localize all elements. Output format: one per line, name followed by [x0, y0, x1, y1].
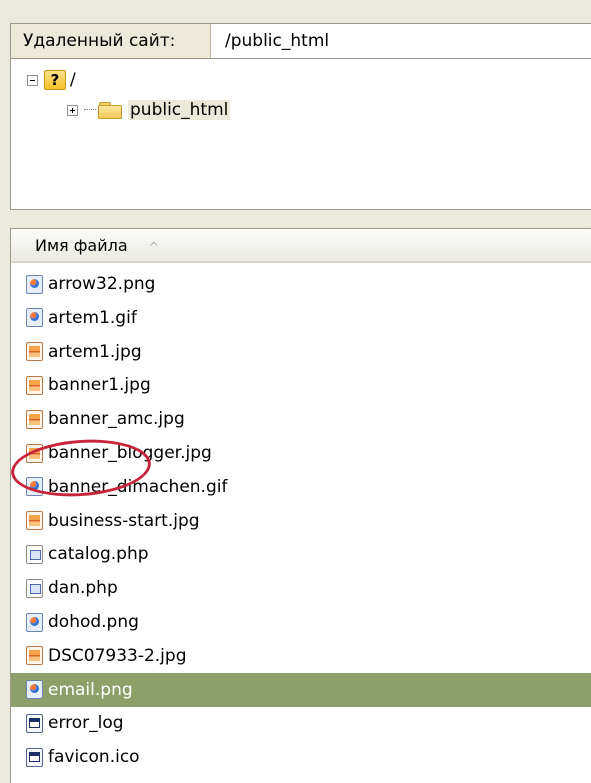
php-file-icon — [26, 578, 43, 598]
tree-connector — [84, 109, 96, 111]
tree-root-label: / — [70, 70, 76, 90]
file-name: dohod.png — [48, 612, 139, 632]
file-row[interactable]: business-start.jpg — [11, 504, 591, 538]
column-header-filename[interactable]: Имя файла ^ — [11, 229, 591, 263]
file-row[interactable]: artem1.gif — [11, 301, 591, 335]
tree-item-public-html[interactable]: public_html — [67, 97, 231, 123]
file-row[interactable]: banner1.jpg — [11, 368, 591, 402]
file-row[interactable]: favicon.ico — [11, 740, 591, 774]
file-name: favicon.ico — [48, 747, 140, 768]
collapse-icon[interactable] — [27, 74, 38, 86]
jpg-file-icon — [26, 342, 43, 362]
tree-item-root[interactable]: ? / — [27, 67, 76, 93]
file-name: DSC07933-2.jpg — [48, 645, 187, 666]
gif-file-icon — [26, 308, 43, 328]
directory-tree: ? / public_html — [10, 59, 591, 210]
jpg-file-icon — [26, 443, 43, 463]
file-name: business-start.jpg — [48, 510, 200, 531]
log-file-icon — [26, 713, 43, 733]
file-row[interactable]: dan.php — [11, 571, 591, 605]
file-name: banner_dimachen.gif — [48, 476, 228, 497]
file-name: email.png — [48, 679, 133, 700]
ico-file-icon — [26, 747, 43, 767]
file-row[interactable]: artem1.jpg — [11, 335, 591, 369]
remote-path-field[interactable]: /public_html — [211, 24, 591, 58]
expand-icon[interactable] — [67, 104, 78, 116]
file-row[interactable]: error_log — [11, 706, 591, 740]
file-name: banner_blogger.jpg — [48, 443, 212, 463]
file-row[interactable]: email.png — [11, 672, 591, 707]
folder-icon — [98, 101, 122, 119]
file-name: artem1.gif — [48, 307, 137, 328]
png-file-icon — [26, 680, 43, 700]
file-name: dan.php — [48, 578, 118, 599]
gif-file-icon — [26, 477, 43, 497]
file-name: arrow32.png — [48, 274, 156, 294]
file-name: banner1.jpg — [48, 375, 151, 396]
column-header-label: Имя файла — [35, 236, 128, 255]
jpg-file-icon — [26, 511, 43, 531]
remote-site-bar: Удаленный сайт: /public_html — [10, 23, 591, 59]
file-row[interactable]: DSC07933-2.jpg — [11, 639, 591, 673]
jpg-file-icon — [26, 646, 43, 666]
file-row[interactable]: banner_dimachen.gif — [11, 470, 591, 504]
file-list: Имя файла ^ arrow32.png artem1.gif artem1.… — [10, 228, 591, 783]
file-name: artem1.jpg — [48, 341, 142, 362]
file-row[interactable]: banner_blogger.jpg — [11, 436, 591, 470]
jpg-file-icon — [26, 409, 43, 429]
file-name: error_log — [48, 713, 124, 734]
png-file-icon — [26, 612, 43, 632]
file-name: banner_amc.jpg — [48, 409, 185, 430]
file-row[interactable]: dohod.png — [11, 605, 591, 639]
jpg-file-icon — [26, 375, 43, 395]
file-row[interactable]: banner_amc.jpg — [11, 402, 591, 436]
file-name: catalog.php — [48, 544, 149, 565]
unknown-folder-icon: ? — [44, 70, 66, 90]
remote-site-label: Удаленный сайт: — [11, 24, 211, 58]
sort-ascending-icon: ^ — [148, 240, 159, 254]
file-row[interactable]: arrow32.png — [11, 267, 591, 301]
tree-child-label: public_html — [128, 100, 231, 120]
php-file-icon — [26, 544, 43, 564]
file-row[interactable]: catalog.php — [11, 537, 591, 571]
png-file-icon — [26, 274, 43, 294]
